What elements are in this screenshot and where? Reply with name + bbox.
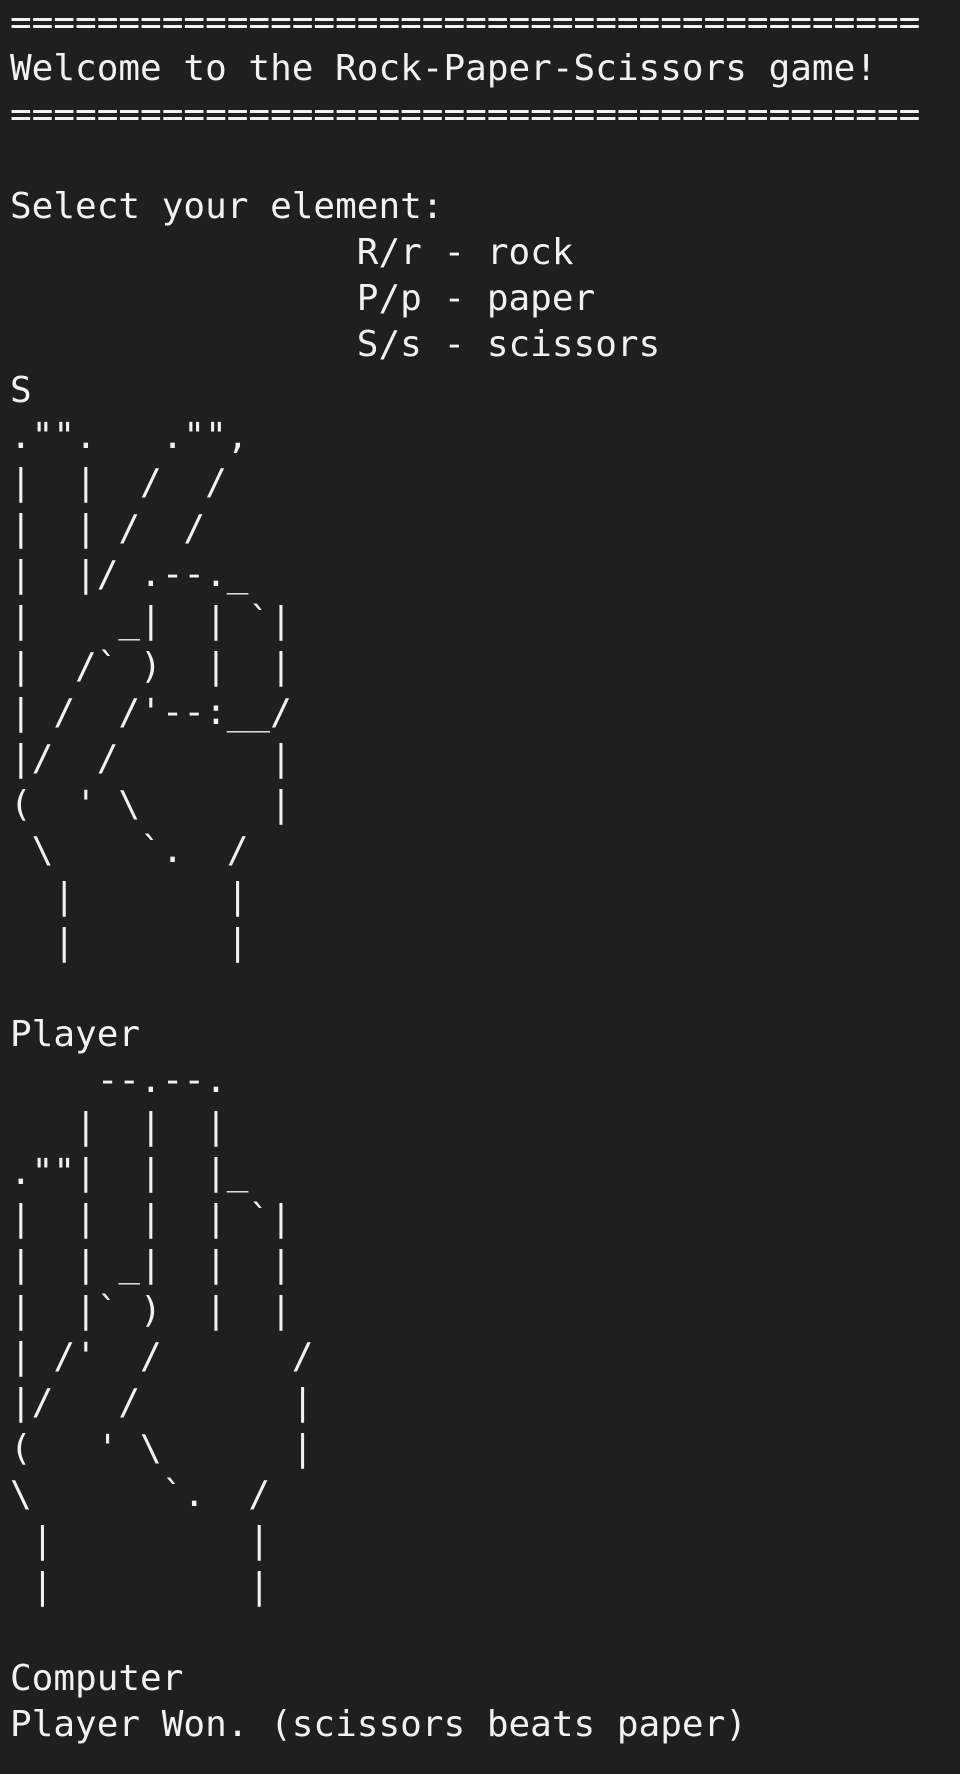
ascii-art-line: .""| | |_: [10, 1152, 249, 1193]
ascii-art-line: \ `. /: [10, 830, 249, 871]
ascii-art-line: ( ' \ |: [10, 1428, 314, 1469]
user-input: S: [10, 370, 32, 411]
ascii-art-line: | |: [10, 1566, 271, 1607]
ascii-art-line: |/ / |: [10, 1382, 314, 1423]
ascii-art-line: --.--.: [10, 1060, 227, 1101]
header-rule-bottom: ========================================…: [10, 94, 921, 135]
ascii-art-line: | _| | `|: [10, 600, 292, 641]
ascii-art-line: | / /'--:__/: [10, 692, 292, 733]
ascii-art-line: |/ / |: [10, 738, 292, 779]
ascii-art-line: | |: [10, 876, 249, 917]
ascii-art-line: | |` ) | |: [10, 1290, 292, 1331]
ascii-art-line: | /' / /: [10, 1336, 314, 1377]
ascii-art-line: | /` ) | |: [10, 646, 292, 687]
ascii-art-line: | | |: [10, 1106, 227, 1147]
ascii-art-line: ."". ."",: [10, 416, 249, 457]
option-rock: R/r - rock: [10, 232, 574, 273]
player-hand-ascii-art: ."". ."", | | / / | | / / | |/ .--._ | _…: [10, 414, 960, 966]
ascii-art-line: \ `. /: [10, 1474, 271, 1515]
ascii-art-line: | | _| | |: [10, 1244, 292, 1285]
option-scissors: S/s - scissors: [10, 324, 661, 365]
computer-hand-ascii-art: --.--. | | | .""| | |_ | | | | `| | | _|…: [10, 1058, 960, 1610]
ascii-art-line: | | | | `|: [10, 1198, 292, 1239]
ascii-art-line: | |: [10, 922, 249, 963]
select-prompt: Select your element:: [10, 186, 444, 227]
welcome-message: Welcome to the Rock-Paper-Scissors game!: [10, 48, 877, 89]
header-rule-top: ========================================…: [10, 2, 921, 43]
ascii-art-line: | |: [10, 1520, 271, 1561]
result-message: Player Won. (scissors beats paper): [10, 1704, 747, 1745]
computer-label: Computer: [10, 1658, 184, 1699]
ascii-art-line: | |/ .--._: [10, 554, 249, 595]
terminal-window: ========================================…: [0, 0, 960, 1774]
ascii-art-line: | | / /: [10, 508, 206, 549]
player-label: Player: [10, 1014, 141, 1055]
ascii-art-line: | | / /: [10, 462, 227, 503]
ascii-art-line: ( ' \ |: [10, 784, 292, 825]
option-paper: P/p - paper: [10, 278, 596, 319]
